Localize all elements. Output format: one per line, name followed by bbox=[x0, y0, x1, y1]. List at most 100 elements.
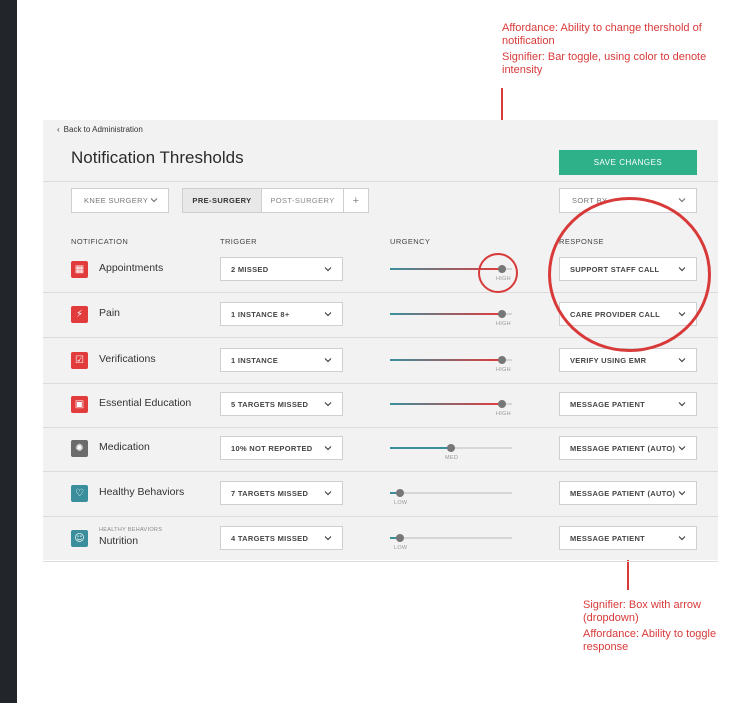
response-select[interactable]: MESSAGE PATIENT (AUTO) bbox=[559, 436, 697, 460]
chevron-down-icon bbox=[324, 489, 332, 499]
surgery-select[interactable]: KNEE SURGERY bbox=[71, 188, 169, 213]
urgency-slider[interactable]: LOW bbox=[390, 530, 512, 554]
response-select-value: MESSAGE PATIENT (AUTO) bbox=[570, 443, 676, 453]
chevron-down-icon bbox=[150, 196, 158, 206]
response-select-value: VERIFY USING EMR bbox=[570, 355, 647, 365]
urgency-slider[interactable]: HIGH bbox=[390, 396, 512, 420]
notification-name: Appointments bbox=[99, 262, 164, 274]
notification-name: Healthy Behaviors bbox=[99, 486, 185, 498]
trigger-select[interactable]: 1 INSTANCE bbox=[220, 348, 343, 372]
chevron-down-icon bbox=[324, 265, 332, 275]
book-icon: ▣ bbox=[71, 396, 88, 413]
trigger-select[interactable]: 4 TARGETS MISSED bbox=[220, 526, 343, 550]
row-category-label: HEALTHY BEHAVIORS bbox=[99, 527, 163, 533]
pill-icon: ✺ bbox=[71, 440, 88, 457]
slider-fill bbox=[390, 359, 502, 361]
slider-track bbox=[390, 492, 512, 494]
trigger-select[interactable]: 2 MISSED bbox=[220, 257, 343, 281]
top-affordance-text: Affordance: Ability to change thershold … bbox=[502, 22, 702, 47]
slider-handle[interactable] bbox=[498, 356, 506, 364]
surgery-phase-tabs: PRE-SURGERY POST-SURGERY + bbox=[182, 188, 369, 213]
slider-handle[interactable] bbox=[396, 534, 404, 542]
save-changes-button[interactable]: SAVE CHANGES bbox=[559, 150, 697, 175]
notification-name: Pain bbox=[99, 307, 121, 319]
trigger-select[interactable]: 1 INSTANCE 8+ bbox=[220, 302, 343, 326]
chevron-down-icon bbox=[678, 196, 686, 206]
row-divider bbox=[43, 471, 718, 472]
urgency-slider[interactable]: HIGH bbox=[390, 352, 512, 376]
urgency-level-label: LOW bbox=[394, 545, 408, 551]
check-box-icon: ☑ bbox=[71, 352, 88, 369]
response-select[interactable]: MESSAGE PATIENT (AUTO) bbox=[559, 481, 697, 505]
response-select-value: MESSAGE PATIENT bbox=[570, 399, 646, 409]
slider-handle[interactable] bbox=[498, 400, 506, 408]
notification-name: Nutrition bbox=[99, 535, 139, 547]
trigger-select-value: 7 TARGETS MISSED bbox=[231, 488, 309, 498]
urgency-level-label: MED bbox=[445, 455, 459, 461]
response-select[interactable]: MESSAGE PATIENT bbox=[559, 526, 697, 550]
lightning-icon: ⚡ bbox=[71, 306, 88, 323]
slider-handle[interactable] bbox=[396, 489, 404, 497]
row-divider bbox=[43, 561, 718, 562]
slider-fill bbox=[390, 313, 502, 315]
slider-handle[interactable] bbox=[447, 444, 455, 452]
response-annotation-circle bbox=[548, 197, 711, 352]
notification-name: Verifications bbox=[99, 353, 156, 365]
urgency-slider[interactable]: HIGH bbox=[390, 306, 512, 330]
response-select-value: MESSAGE PATIENT (AUTO) bbox=[570, 488, 676, 498]
trigger-select[interactable]: 5 TARGETS MISSED bbox=[220, 392, 343, 416]
chevron-down-icon bbox=[678, 356, 686, 366]
top-annotation: Affordance: Ability to change thershold … bbox=[502, 22, 717, 80]
bottom-annotation: Signifier: Box with arrow (dropdown) Aff… bbox=[583, 599, 743, 657]
trigger-select[interactable]: 10% NOT REPORTED bbox=[220, 436, 343, 460]
left-dark-strip bbox=[0, 0, 17, 703]
trigger-select-value: 1 INSTANCE bbox=[231, 355, 279, 365]
notification-name: Essential Education bbox=[99, 397, 192, 409]
top-signifier-text: Signifier: Bar toggle, using color to de… bbox=[502, 51, 707, 76]
column-header-trigger: TRIGGER bbox=[220, 237, 257, 246]
row-divider bbox=[43, 516, 718, 517]
back-link-label: Back to Administration bbox=[63, 125, 143, 134]
chevron-down-icon bbox=[678, 444, 686, 454]
urgency-level-label: HIGH bbox=[496, 411, 511, 417]
page-title: Notification Thresholds bbox=[71, 148, 244, 167]
slider-handle[interactable] bbox=[498, 310, 506, 318]
calendar-icon: ▦ bbox=[71, 261, 88, 278]
trigger-select-value: 5 TARGETS MISSED bbox=[231, 399, 309, 409]
chevron-down-icon bbox=[678, 534, 686, 544]
urgency-slider[interactable]: LOW bbox=[390, 485, 512, 509]
urgency-annotation-circle bbox=[478, 253, 518, 293]
chevron-down-icon bbox=[678, 400, 686, 410]
tab-post-surgery[interactable]: POST-SURGERY bbox=[262, 188, 344, 213]
chevron-down-icon bbox=[324, 310, 332, 320]
trigger-select[interactable]: 7 TARGETS MISSED bbox=[220, 481, 343, 505]
chevron-down-icon bbox=[324, 400, 332, 410]
row-divider bbox=[43, 383, 718, 384]
row-divider bbox=[43, 427, 718, 428]
response-select-value: MESSAGE PATIENT bbox=[570, 533, 646, 543]
chevron-down-icon bbox=[324, 356, 332, 366]
urgency-level-label: HIGH bbox=[496, 367, 511, 373]
trigger-select-value: 1 INSTANCE 8+ bbox=[231, 309, 290, 319]
column-header-urgency: URGENCY bbox=[390, 237, 431, 246]
urgency-slider[interactable]: MED bbox=[390, 440, 512, 464]
slider-fill bbox=[390, 403, 502, 405]
chevron-down-icon bbox=[324, 534, 332, 544]
back-link[interactable]: ‹ Back to Administration bbox=[57, 125, 143, 134]
notification-name: Medication bbox=[99, 441, 150, 453]
column-header-notification: NOTIFICATION bbox=[71, 237, 129, 246]
header-divider bbox=[43, 181, 718, 182]
chevron-down-icon bbox=[678, 489, 686, 499]
urgency-level-label: LOW bbox=[394, 500, 408, 506]
add-tab-button[interactable]: + bbox=[344, 188, 369, 213]
response-select[interactable]: MESSAGE PATIENT bbox=[559, 392, 697, 416]
slider-fill bbox=[390, 447, 451, 449]
heart-icon: ♡ bbox=[71, 485, 88, 502]
trigger-select-value: 10% NOT REPORTED bbox=[231, 443, 313, 453]
chevron-down-icon bbox=[324, 444, 332, 454]
trigger-select-value: 2 MISSED bbox=[231, 264, 269, 274]
surgery-select-value: KNEE SURGERY bbox=[84, 196, 149, 205]
tab-pre-surgery[interactable]: PRE-SURGERY bbox=[182, 188, 262, 213]
chevron-left-icon: ‹ bbox=[57, 125, 60, 134]
bottom-signifier-text: Signifier: Box with arrow (dropdown) bbox=[583, 599, 701, 624]
